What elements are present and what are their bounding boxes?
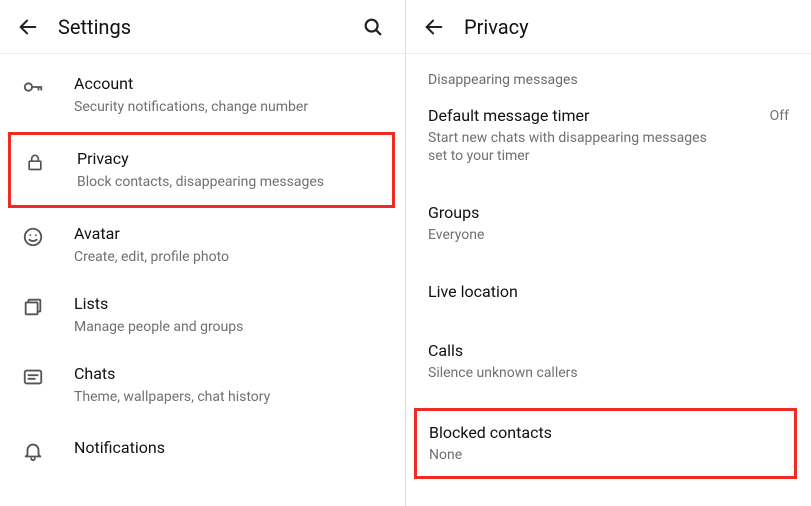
item-sub: Everyone bbox=[428, 226, 728, 244]
privacy-item-blocked-contacts[interactable]: Blocked contacts None bbox=[417, 411, 794, 476]
item-title: Notifications bbox=[74, 438, 387, 459]
item-title: Chats bbox=[74, 364, 387, 385]
settings-item-account[interactable]: Account Security notifications, change n… bbox=[0, 60, 405, 130]
settings-item-lists[interactable]: Lists Manage people and groups bbox=[0, 280, 405, 350]
privacy-item-live-location[interactable]: Live location bbox=[406, 270, 811, 315]
arrow-left-icon bbox=[17, 16, 39, 38]
item-title: Blocked contacts bbox=[429, 423, 788, 444]
settings-list: Account Security notifications, change n… bbox=[0, 54, 405, 480]
avatar-icon bbox=[22, 224, 60, 248]
chat-icon bbox=[22, 364, 60, 388]
settings-title: Settings bbox=[58, 15, 359, 39]
settings-item-chats[interactable]: Chats Theme, wallpapers, chat history bbox=[0, 350, 405, 420]
item-sub: None bbox=[429, 446, 729, 464]
item-sub: Start new chats with disappearing messag… bbox=[428, 129, 728, 165]
highlight-blocked-contacts: Blocked contacts None bbox=[414, 408, 797, 479]
item-title: Avatar bbox=[74, 224, 387, 245]
item-title: Lists bbox=[74, 294, 387, 315]
back-button-settings[interactable] bbox=[14, 13, 42, 41]
item-title: Groups bbox=[428, 203, 789, 224]
settings-header: Settings bbox=[0, 0, 405, 54]
privacy-item-groups[interactable]: Groups Everyone bbox=[406, 191, 811, 256]
settings-item-privacy[interactable]: Privacy Block contacts, disappearing mes… bbox=[11, 135, 392, 205]
section-disappearing-messages: Disappearing messages bbox=[406, 54, 811, 94]
lock-icon bbox=[25, 149, 63, 173]
settings-pane: Settings Account Security notifications,… bbox=[0, 0, 406, 506]
item-sub: Theme, wallpapers, chat history bbox=[74, 388, 387, 406]
privacy-item-default-timer[interactable]: Default message timer Start new chats wi… bbox=[406, 94, 811, 177]
item-sub: Create, edit, profile photo bbox=[74, 248, 387, 266]
settings-item-notifications[interactable]: Notifications bbox=[0, 420, 405, 480]
item-sub: Silence unknown callers bbox=[428, 364, 728, 382]
item-title: Default message timer bbox=[428, 106, 760, 127]
lists-icon bbox=[22, 294, 60, 318]
settings-item-avatar[interactable]: Avatar Create, edit, profile photo bbox=[0, 210, 405, 280]
search-button[interactable] bbox=[359, 13, 387, 41]
bell-icon bbox=[22, 438, 60, 462]
arrow-left-icon bbox=[423, 16, 445, 38]
privacy-header: Privacy bbox=[406, 0, 811, 54]
privacy-title: Privacy bbox=[464, 15, 797, 39]
item-title: Privacy bbox=[77, 149, 382, 170]
item-title: Live location bbox=[428, 282, 789, 303]
privacy-pane: Privacy Disappearing messages Default me… bbox=[406, 0, 811, 506]
back-button-privacy[interactable] bbox=[420, 13, 448, 41]
highlight-privacy: Privacy Block contacts, disappearing mes… bbox=[8, 132, 395, 208]
item-sub: Manage people and groups bbox=[74, 318, 387, 336]
item-title: Account bbox=[74, 74, 387, 95]
item-value: Off bbox=[770, 106, 789, 124]
item-sub: Security notifications, change number bbox=[74, 98, 387, 116]
search-icon bbox=[362, 16, 384, 38]
key-icon bbox=[22, 74, 60, 98]
item-title: Calls bbox=[428, 341, 789, 362]
privacy-item-calls[interactable]: Calls Silence unknown callers bbox=[406, 329, 811, 394]
item-sub: Block contacts, disappearing messages bbox=[77, 173, 382, 191]
